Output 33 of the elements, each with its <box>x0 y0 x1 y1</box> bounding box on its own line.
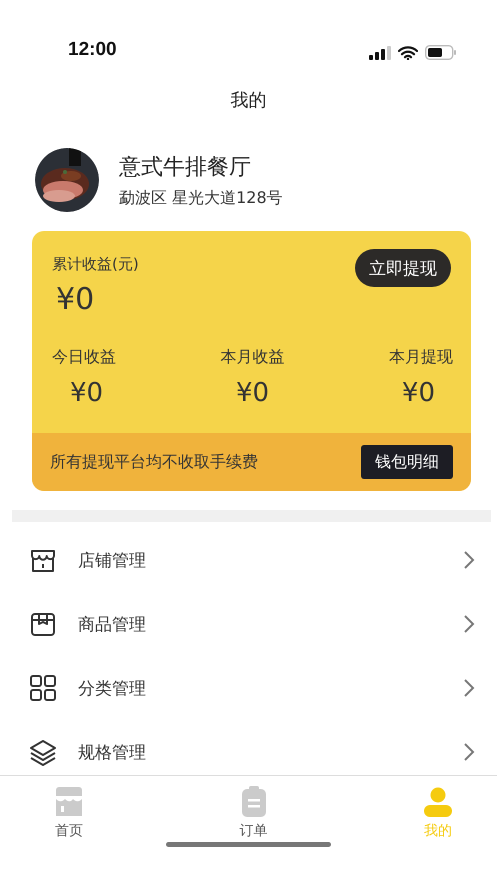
stat-value: ¥0 <box>69 378 104 408</box>
chevron-right-icon <box>463 614 475 634</box>
menu-item[interactable]: 分类管理 <box>0 656 497 720</box>
restaurant-name: 意式牛排餐厅 <box>119 154 252 182</box>
stat-value: ¥0 <box>236 378 270 408</box>
menu-item[interactable]: 商品管理 <box>0 592 497 656</box>
tab-item[interactable]: 订单 <box>238 786 268 846</box>
grid-icon <box>29 674 57 702</box>
stat-label: 今日收益 <box>52 347 117 368</box>
tab-item[interactable]: 首页 <box>54 786 84 846</box>
battery-icon <box>425 45 457 60</box>
restaurant-address: 勐波区 星光大道128号 <box>119 188 283 208</box>
wifi-icon <box>398 46 418 60</box>
chevron-right-icon <box>463 678 475 698</box>
withdraw-button[interactable]: 立即提现 <box>355 249 451 287</box>
page-title: 我的 <box>230 89 268 112</box>
status-time: 12:00 <box>68 39 117 61</box>
stat-label: 本月提现 <box>389 347 453 368</box>
wallet-details-button[interactable]: 钱包明细 <box>361 445 453 479</box>
fee-notice: 所有提现平台均不收取手续费 <box>50 452 258 472</box>
chevron-right-icon <box>463 742 475 762</box>
signal-icon <box>369 46 391 60</box>
box-icon <box>29 610 57 638</box>
stat-label: 本月收益 <box>220 347 284 368</box>
menu-item[interactable]: 规格管理 <box>0 720 497 775</box>
menu-item[interactable]: 店铺管理 <box>0 528 497 592</box>
store-icon <box>54 786 84 818</box>
layers-icon <box>29 738 57 766</box>
chevron-right-icon <box>463 550 475 570</box>
total-earnings-label: 累计收益(元) <box>52 255 139 274</box>
stat-value: ¥0 <box>400 378 436 408</box>
person-icon <box>423 786 453 818</box>
total-earnings-value: ¥0 <box>56 282 96 317</box>
